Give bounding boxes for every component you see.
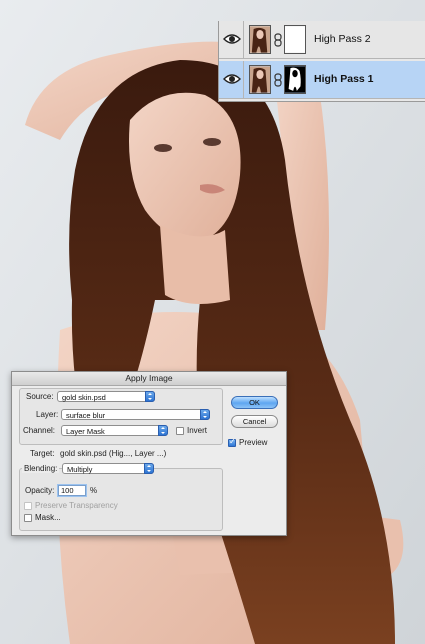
preview-checkbox[interactable]: [228, 437, 236, 447]
target-value: gold skin.psd (Hig..., Layer ...): [60, 449, 167, 458]
channel-label: Channel:: [23, 426, 56, 435]
chevron-updown-icon: [144, 463, 154, 474]
channel-select[interactable]: Layer Mask: [61, 425, 168, 436]
opacity-input[interactable]: 100: [58, 485, 86, 496]
layer-row-high-pass-2[interactable]: High Pass 2: [219, 21, 425, 59]
opacity-unit: %: [90, 486, 98, 495]
layer-mask-thumbnail[interactable]: [284, 65, 306, 94]
layer-row-high-pass-1[interactable]: High Pass 1: [219, 61, 425, 99]
divider: [243, 21, 244, 59]
cancel-button[interactable]: Cancel: [231, 415, 278, 428]
chevron-updown-icon: [145, 391, 155, 402]
ok-button[interactable]: OK: [231, 396, 278, 409]
channel-value: Layer Mask: [66, 427, 105, 436]
layer-value: surface blur: [66, 411, 106, 420]
layer-name[interactable]: High Pass 2: [314, 33, 371, 45]
target-label: Target:: [30, 449, 55, 458]
eye-visibility-icon[interactable]: [223, 31, 241, 47]
blending-select[interactable]: Multiply: [62, 463, 154, 474]
dialog-title[interactable]: Apply Image: [12, 372, 286, 386]
source-label: Source:: [26, 392, 54, 401]
layers-panel: High Pass 2 High Pass 1: [218, 21, 425, 102]
blending-value: Multiply: [67, 465, 93, 474]
layer-thumbnail: [249, 25, 271, 54]
blending-label: Blending:: [22, 464, 60, 473]
link-chain-icon[interactable]: [274, 33, 282, 47]
link-chain-icon[interactable]: [274, 73, 282, 87]
mask-checkbox[interactable]: [24, 514, 32, 522]
apply-image-dialog: Apply Image Source: gold skin.psd Layer:…: [11, 371, 287, 536]
eye-visibility-icon[interactable]: [223, 71, 241, 87]
chevron-updown-icon: [200, 409, 210, 420]
layer-label: Layer:: [36, 410, 59, 419]
layer-mask-thumbnail[interactable]: [284, 25, 306, 54]
layer-name[interactable]: High Pass 1: [314, 73, 374, 85]
preview-label[interactable]: Preview: [239, 438, 267, 447]
preserve-transparency-checkbox[interactable]: [24, 502, 32, 510]
mask-label[interactable]: Mask...: [35, 513, 61, 522]
divider: [243, 61, 244, 99]
preserve-transparency-label: Preserve Transparency: [35, 501, 118, 510]
chevron-updown-icon: [158, 425, 168, 436]
opacity-label: Opacity:: [25, 486, 55, 495]
layer-thumbnail: [249, 65, 271, 94]
invert-label[interactable]: Invert: [187, 426, 207, 435]
source-value: gold skin.psd: [62, 393, 106, 402]
invert-checkbox[interactable]: [176, 427, 184, 435]
layer-select[interactable]: surface blur: [61, 409, 210, 420]
source-select[interactable]: gold skin.psd: [57, 391, 155, 402]
